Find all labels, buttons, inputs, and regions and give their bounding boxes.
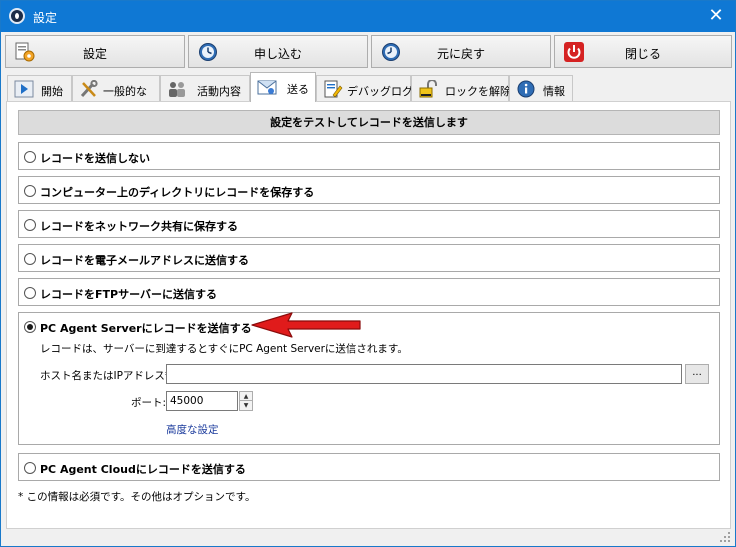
option-save-local-directory-radio[interactable] — [24, 185, 36, 197]
option-send-pc-agent-cloud-label: PC Agent Cloudにレコードを送信する — [40, 463, 246, 476]
window-title: 設定 — [33, 11, 58, 25]
tab-unlock[interactable]: ロックを解除 — [411, 75, 511, 101]
option-save-local-directory[interactable]: コンピューター上のディレクトリにレコードを保存する — [18, 176, 720, 204]
option-send-ftp[interactable]: レコードをFTPサーバーに送信する — [18, 278, 720, 306]
option-send-pc-agent-server-label: PC Agent Serverにレコードを送信する — [40, 322, 252, 335]
tab-general[interactable]: 一般的な — [72, 75, 160, 101]
option-send-email[interactable]: レコードを電子メールアドレスに送信する — [18, 244, 720, 272]
tab-activity-label: 活動内容 — [197, 85, 241, 98]
option-send-email-radio[interactable] — [24, 253, 36, 265]
apply-button[interactable]: 申し込む — [188, 35, 368, 68]
tab-general-label: 一般的な — [103, 85, 147, 98]
option-send-ftp-label: レコードをFTPサーバーに送信する — [40, 288, 217, 301]
option-do-not-send-radio[interactable] — [24, 151, 36, 163]
port-stepper[interactable]: ▲ ▼ — [239, 391, 253, 411]
tab-debug-log[interactable]: デバッグログ — [316, 75, 413, 101]
title-bar: 設定 ✕ — [1, 1, 735, 32]
server-description: レコードは、サーバーに到達するとすぐにPC Agent Serverに送信されま… — [40, 343, 408, 355]
option-send-pc-agent-cloud-radio[interactable] — [24, 462, 36, 474]
revert-button[interactable]: 元に戻す — [371, 35, 551, 68]
play-icon — [14, 80, 34, 98]
option-send-pc-agent-cloud[interactable]: PC Agent Cloudにレコードを送信する — [18, 453, 720, 481]
stepper-up-icon[interactable]: ▲ — [240, 392, 252, 401]
settings-button-label: 設定 — [82, 47, 107, 61]
option-send-ftp-radio[interactable] — [24, 287, 36, 299]
tab-activity[interactable]: 活動内容 — [160, 75, 250, 101]
settings-window: 設定 ✕ 設定 申し込む 元に戻す 閉じる 開始 一般的な 活動内容 送る デバ… — [0, 0, 736, 547]
close-window-button[interactable]: ✕ — [697, 1, 735, 32]
option-send-pc-agent-server-radio[interactable] — [24, 321, 36, 333]
close-button[interactable]: 閉じる — [554, 35, 732, 68]
info-icon — [517, 80, 535, 98]
send-settings-panel: 設定をテストしてレコードを送信します レコードを送信しない コンピューター上のデ… — [6, 101, 731, 529]
port-label: ポート: — [131, 397, 167, 409]
tab-unlock-label: ロックを解除 — [445, 85, 511, 98]
tab-debug-log-label: デバッグログ — [347, 85, 413, 98]
tab-send[interactable]: 送る — [250, 72, 316, 102]
host-input[interactable] — [166, 364, 682, 384]
red-arrow-icon — [251, 312, 361, 338]
close-button-label: 閉じる — [624, 47, 661, 61]
app-logo-icon — [9, 8, 25, 24]
send-mail-icon — [257, 80, 277, 95]
tab-send-label: 送る — [287, 83, 309, 96]
advanced-settings-link[interactable]: 高度な設定 — [166, 422, 219, 437]
required-footnote: * この情報は必須です。その他はオプションです。 — [18, 491, 256, 503]
revert-button-label: 元に戻す — [436, 47, 485, 61]
option-save-network-share-label: レコードをネットワーク共有に保存する — [40, 220, 238, 233]
test-and-send-header[interactable]: 設定をテストしてレコードを送信します — [18, 110, 720, 135]
people-icon — [169, 82, 185, 97]
tools-icon — [80, 80, 98, 98]
tab-start[interactable]: 開始 — [7, 75, 72, 101]
option-do-not-send[interactable]: レコードを送信しない — [18, 142, 720, 170]
tab-info-label: 情報 — [543, 85, 565, 98]
edit-doc-icon — [324, 80, 343, 98]
option-send-pc-agent-server[interactable]: PC Agent Serverにレコードを送信する レコードは、サーバーに到達す… — [18, 312, 720, 445]
option-do-not-send-label: レコードを送信しない — [40, 152, 150, 165]
option-save-network-share[interactable]: レコードをネットワーク共有に保存する — [18, 210, 720, 238]
unlock-icon — [419, 80, 437, 98]
host-label: ホスト名またはIPアドレス*: — [40, 370, 174, 382]
port-input[interactable]: 45000 — [166, 391, 238, 411]
resize-grip-icon[interactable] — [719, 531, 731, 543]
settings-button[interactable]: 設定 — [5, 35, 185, 68]
tab-start-label: 開始 — [41, 85, 63, 98]
option-save-network-share-radio[interactable] — [24, 219, 36, 231]
tab-strip: 開始 一般的な 活動内容 送る デバッグログ ロックを解除 情報 — [1, 72, 735, 102]
option-save-local-directory-label: コンピューター上のディレクトリにレコードを保存する — [40, 186, 315, 199]
stepper-down-icon[interactable]: ▼ — [240, 401, 252, 410]
toolbar: 設定 申し込む 元に戻す 閉じる — [1, 32, 735, 72]
option-send-email-label: レコードを電子メールアドレスに送信する — [40, 254, 249, 267]
tab-info[interactable]: 情報 — [509, 75, 573, 101]
browse-host-button[interactable]: ... — [685, 364, 709, 384]
apply-button-label: 申し込む — [253, 47, 302, 61]
